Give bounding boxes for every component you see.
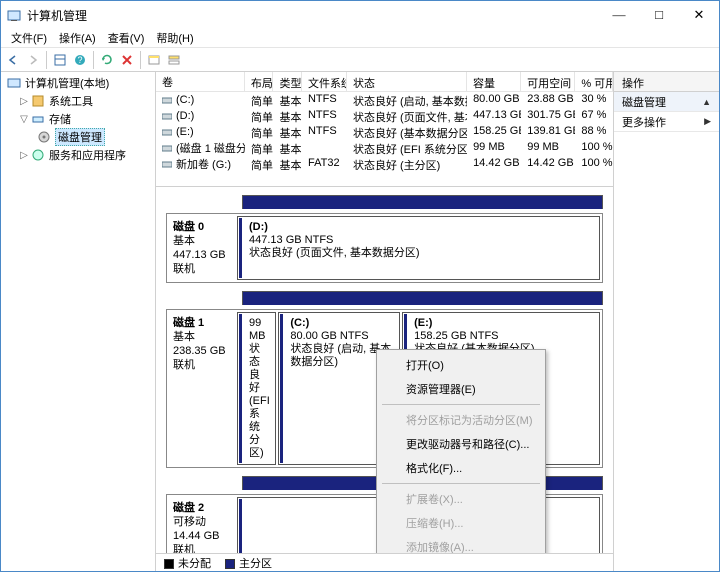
help-button[interactable]: ? xyxy=(70,50,90,70)
table-row[interactable]: (C:)简单基本NTFS状态良好 (启动, 基本数据分区)80.00 GB23.… xyxy=(156,92,613,108)
disk-header-stripe xyxy=(242,291,603,305)
partition[interactable]: (D:)447.13 GB NTFS状态良好 (页面文件, 基本数据分区) xyxy=(237,216,600,280)
submenu-arrow-icon: ▶ xyxy=(704,116,711,127)
col-free[interactable]: 可用空间 xyxy=(521,72,575,91)
col-capacity[interactable]: 容量 xyxy=(467,72,521,91)
expand-icon[interactable]: ▷ xyxy=(19,96,29,107)
close-button[interactable]: ✕ xyxy=(679,1,719,29)
disk-pane: 卷 布局 类型 文件系统 状态 容量 可用空间 % 可用 (C:)简单基本NTF… xyxy=(156,72,614,571)
table-header: 卷 布局 类型 文件系统 状态 容量 可用空间 % 可用 xyxy=(156,72,613,92)
disk-info[interactable]: 磁盘 0基本447.13 GB联机 xyxy=(167,214,235,282)
ctx-add-mirror: 添加镜像(A)... xyxy=(380,535,542,553)
col-filesystem[interactable]: 文件系统 xyxy=(302,72,347,91)
layout-btn-2[interactable] xyxy=(164,50,184,70)
app-window: 计算机管理 — □ ✕ 文件(F) 操作(A) 查看(V) 帮助(H) ? 计算… xyxy=(0,0,720,572)
tree-storage[interactable]: ▽ 存储 xyxy=(1,110,155,128)
table-row[interactable]: 新加卷 (G:)简单基本FAT32状态良好 (主分区)14.42 GB14.42… xyxy=(156,156,613,172)
menu-help[interactable]: 帮助(H) xyxy=(150,28,199,48)
tree-root[interactable]: 计算机管理(本地) xyxy=(1,74,155,92)
actions-header: 操作 xyxy=(614,72,719,92)
ctx-extend: 扩展卷(X)... xyxy=(380,487,542,511)
delete-icon[interactable] xyxy=(117,50,137,70)
col-volume[interactable]: 卷 xyxy=(156,72,245,91)
actions-more[interactable]: 更多操作 ▶ xyxy=(614,112,719,132)
menubar: 文件(F) 操作(A) 查看(V) 帮助(H) xyxy=(1,29,719,48)
menu-view[interactable]: 查看(V) xyxy=(102,28,151,48)
app-icon xyxy=(7,8,21,22)
legend-primary: 主分区 xyxy=(225,555,272,571)
ctx-mark-active: 将分区标记为活动分区(M) xyxy=(380,408,542,432)
computer-icon xyxy=(7,76,21,90)
context-menu: 打开(O) 资源管理器(E) 将分区标记为活动分区(M) 更改驱动器号和路径(C… xyxy=(376,349,546,553)
ctx-shrink: 压缩卷(H)... xyxy=(380,511,542,535)
storage-icon xyxy=(31,112,45,126)
col-layout[interactable]: 布局 xyxy=(245,72,274,91)
legend-unallocated: 未分配 xyxy=(164,555,211,571)
actions-disk-mgmt[interactable]: 磁盘管理 ▲ xyxy=(614,92,719,112)
ctx-change-letter[interactable]: 更改驱动器号和路径(C)... xyxy=(380,432,542,456)
disk-header-stripe xyxy=(242,195,603,209)
tree-system-tools[interactable]: ▷ 系统工具 xyxy=(1,92,155,110)
layout-btn-1[interactable] xyxy=(144,50,164,70)
col-type[interactable]: 类型 xyxy=(273,72,302,91)
back-button[interactable] xyxy=(3,50,23,70)
disk-graphic-panel: 磁盘 0基本447.13 GB联机(D:)447.13 GB NTFS状态良好 … xyxy=(156,187,613,553)
table-row[interactable]: (磁盘 1 磁盘分区 1)简单基本状态良好 (EFI 系统分区)99 MB99 … xyxy=(156,140,613,156)
tools-icon xyxy=(31,94,45,108)
ctx-format[interactable]: 格式化(F)... xyxy=(380,456,542,480)
table-row[interactable]: (D:)简单基本NTFS状态良好 (页面文件, 基本数据分区)447.13 GB… xyxy=(156,108,613,124)
col-status[interactable]: 状态 xyxy=(347,72,467,91)
main-area: 计算机管理(本地) ▷ 系统工具 ▽ 存储 磁盘管理 ▷ 服务和应用程序 xyxy=(1,72,719,571)
window-title: 计算机管理 xyxy=(27,7,599,24)
ctx-explorer[interactable]: 资源管理器(E) xyxy=(380,377,542,401)
titlebar: 计算机管理 — □ ✕ xyxy=(1,1,719,29)
disk-info[interactable]: 磁盘 2可移动14.44 GB联机 xyxy=(167,495,235,553)
menu-action[interactable]: 操作(A) xyxy=(53,28,102,48)
ctx-open[interactable]: 打开(O) xyxy=(380,353,542,377)
tree-services[interactable]: ▷ 服务和应用程序 xyxy=(1,146,155,164)
services-icon xyxy=(31,148,45,162)
svg-text:?: ? xyxy=(77,55,82,65)
partition[interactable]: 99 MB状态良好 (EFI 系统分区) xyxy=(237,312,276,465)
table-row[interactable]: (E:)简单基本NTFS状态良好 (基本数据分区)158.25 GB139.81… xyxy=(156,124,613,140)
col-percent[interactable]: % 可用 xyxy=(575,72,613,91)
collapse-arrow-icon: ▲ xyxy=(702,97,711,107)
forward-button[interactable] xyxy=(23,50,43,70)
toolbar: ? xyxy=(1,48,719,72)
expand-icon[interactable]: ▷ xyxy=(19,150,29,161)
tree-disk-management[interactable]: 磁盘管理 xyxy=(1,128,155,146)
collapse-icon[interactable]: ▽ xyxy=(19,114,29,125)
maximize-button[interactable]: □ xyxy=(639,1,679,29)
disk-icon xyxy=(37,130,51,144)
nav-tree: 计算机管理(本地) ▷ 系统工具 ▽ 存储 磁盘管理 ▷ 服务和应用程序 xyxy=(1,72,156,571)
volume-table: 卷 布局 类型 文件系统 状态 容量 可用空间 % 可用 (C:)简单基本NTF… xyxy=(156,72,613,187)
actions-pane: 操作 磁盘管理 ▲ 更多操作 ▶ xyxy=(614,72,719,571)
disk-block: 磁盘 0基本447.13 GB联机(D:)447.13 GB NTFS状态良好 … xyxy=(166,213,603,283)
refresh-button[interactable] xyxy=(97,50,117,70)
disk-info[interactable]: 磁盘 1基本238.35 GB联机 xyxy=(167,310,235,467)
legend: 未分配 主分区 xyxy=(156,553,613,571)
minimize-button[interactable]: — xyxy=(599,1,639,29)
options-button[interactable] xyxy=(50,50,70,70)
menu-file[interactable]: 文件(F) xyxy=(5,28,53,48)
